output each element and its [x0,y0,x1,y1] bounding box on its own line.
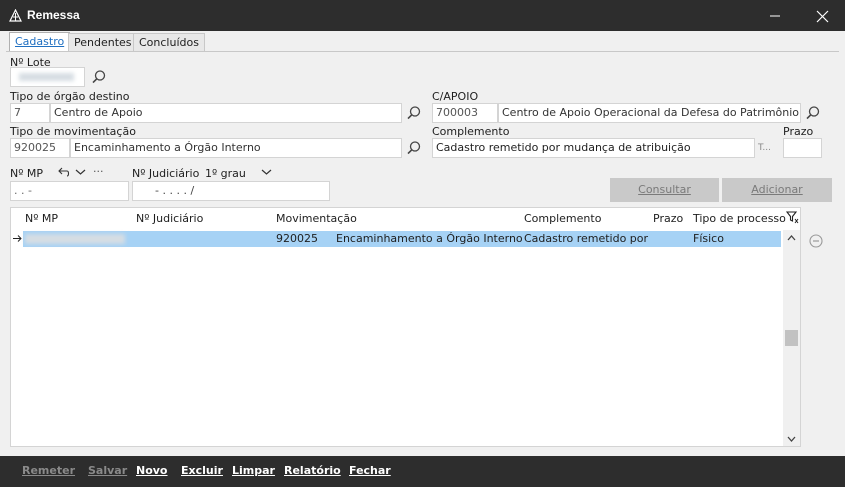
tab-pendentes[interactable]: Pendentes [68,33,138,51]
tab-cadastro[interactable]: Cadastro [9,32,71,52]
novo-button[interactable]: Novo [136,464,168,477]
mp-cell [25,234,125,244]
capoio-code-field[interactable]: 700003 [432,103,498,123]
table-row[interactable]: 920025 Encaminhamento a Órgão Interno Ca… [23,231,781,247]
fechar-button[interactable]: Fechar [349,464,391,477]
tipo-mov-code-field[interactable]: 920025 [10,138,70,158]
filter-icon[interactable] [786,211,799,224]
more-options-button[interactable]: ··· [93,165,104,178]
chevron-down-icon[interactable] [75,167,86,177]
relatorio-button[interactable]: Relatório [284,464,341,477]
tab-concluidos[interactable]: Concluídos [133,33,205,51]
mov-code-cell: 920025 [276,232,318,245]
judiciario-label: Nº Judiciário [132,167,200,180]
column-header-mp[interactable]: Nº MP [25,212,58,225]
column-header-prazo[interactable]: Prazo [653,212,683,225]
tipo-processo-cell: Físico [693,232,724,245]
prazo-input[interactable] [783,138,822,158]
form-client-area: Cadastro Pendentes Concluídos Nº Lote Ti… [0,31,845,456]
tab-divider [6,51,839,52]
vertical-scrollbar[interactable] [783,230,800,446]
tipo-mov-name-field[interactable]: Encaminhamento a Órgão Interno [70,138,402,158]
search-icon[interactable] [91,69,107,85]
footer-toolbar: Remeter Salvar Novo Excluir Limpar Relat… [0,456,845,487]
close-icon [816,10,828,22]
capoio-label: C/APOIO [432,90,479,103]
window-title: Remessa [27,8,80,22]
salvar-button[interactable]: Salvar [88,464,127,477]
column-header-complemento[interactable]: Complemento [524,212,601,225]
close-button[interactable] [799,0,845,31]
prazo-label: Prazo [783,125,814,138]
lote-input[interactable] [10,67,85,87]
remove-row-icon[interactable] [809,234,823,248]
scroll-up-icon[interactable] [787,234,796,241]
minimize-button[interactable] [752,0,798,31]
app-logo-icon [9,9,22,22]
scroll-down-icon[interactable] [787,436,796,443]
title-bar: Remessa [0,0,845,31]
column-header-tipo-processo[interactable]: Tipo de processo [693,212,786,225]
chevron-down-icon[interactable] [261,167,272,177]
adicionar-button[interactable]: Adicionar [722,178,832,202]
grau-select[interactable]: 1º grau [205,167,246,180]
mov-name-cell: Encaminhamento a Órgão Interno [336,232,523,245]
complemento-cell: Cadastro remetido por m [524,232,652,245]
complemento-label: Complemento [432,125,510,138]
mp-input[interactable]: . . - [10,181,129,201]
mp-label: Nº MP [10,167,44,180]
column-header-judiciario[interactable]: Nº Judiciário [136,212,203,225]
complemento-more-label: T... [758,143,772,153]
tipo-mov-label: Tipo de movimentação [10,125,136,138]
judiciario-input[interactable]: - . . . . / [132,181,330,201]
consultar-processos-button[interactable]: Consultar Processos [610,178,719,219]
column-header-movimentacao[interactable]: Movimentação [276,212,357,225]
undo-icon[interactable] [58,166,71,178]
tipo-orgao-code-field[interactable]: 7 [10,103,50,123]
remeter-button[interactable]: Remeter [22,464,75,477]
search-icon[interactable] [406,105,422,121]
scrollbar-thumb[interactable] [785,330,798,346]
limpar-button[interactable]: Limpar [232,464,275,477]
search-icon[interactable] [406,140,422,156]
complemento-input[interactable]: Cadastro remetido por mudança de atribui… [432,138,755,158]
current-row-arrow-icon [13,235,22,242]
tipo-orgao-name-field[interactable]: Centro de Apoio [50,103,402,123]
remessa-grid[interactable]: Nº MP Nº Judiciário Movimentação Complem… [10,207,801,447]
tipo-orgao-label: Tipo de órgão destino [10,90,130,103]
minimize-icon [770,15,780,17]
search-icon[interactable] [805,105,821,121]
excluir-button[interactable]: Excluir [181,464,223,477]
capoio-name-field[interactable]: Centro de Apoio Operacional da Defesa do… [498,103,801,123]
